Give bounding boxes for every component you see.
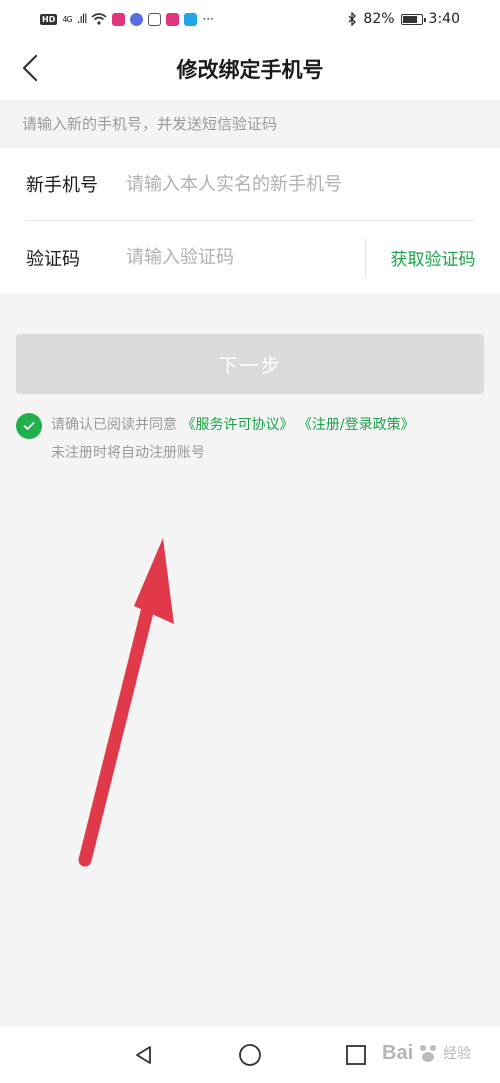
back-arrow-icon[interactable] xyxy=(14,50,50,86)
network-type: 4G xyxy=(62,14,72,24)
system-back-button[interactable] xyxy=(128,1039,160,1071)
status-bar-left: HD 4G .ıll ··· xyxy=(40,12,214,26)
more-notifications-icon: ··· xyxy=(202,12,214,26)
agreement-text: 请确认已阅读并同意 《服务许可协议》 《注册/登录政策》 xyxy=(51,414,415,434)
code-label: 验证码 xyxy=(26,248,80,270)
service-agreement-link[interactable]: 《服务许可协议》 xyxy=(181,417,293,433)
paw-logo-icon xyxy=(420,1045,437,1062)
app-notification-icon xyxy=(148,12,162,26)
status-bar-right: 82% 3:40 xyxy=(348,11,460,27)
circle-home-icon xyxy=(239,1044,261,1066)
code-row: 验证码 获取验证码 xyxy=(26,221,500,294)
square-recents-icon xyxy=(346,1045,366,1065)
baidu-watermark: Bai 经验 xyxy=(382,1028,494,1078)
system-recents-button[interactable] xyxy=(340,1039,372,1071)
auto-register-note: 未注册时将自动注册账号 xyxy=(51,445,205,461)
search-app-icon xyxy=(184,12,198,26)
status-bar: HD 4G .ıll ··· 82% 3:40 xyxy=(0,0,500,38)
watermark-brand: Bai xyxy=(382,1041,414,1064)
app-notification-icon xyxy=(166,12,180,26)
annotation-arrow-icon xyxy=(78,538,174,867)
get-code-button[interactable]: 获取验证码 xyxy=(366,245,500,270)
login-policy-link[interactable]: 《注册/登录政策》 xyxy=(298,417,415,433)
checkbox-checked-icon[interactable] xyxy=(16,413,42,439)
phone-form: 新手机号 验证码 获取验证码 xyxy=(0,148,500,294)
agreement-prefix: 请确认已阅读并同意 xyxy=(51,417,177,433)
header-bar: 修改绑定手机号 xyxy=(0,38,500,100)
page-title: 修改绑定手机号 xyxy=(176,58,324,82)
wifi-icon xyxy=(91,13,107,25)
instruction-hint: 请输入新的手机号，并发送短信验证码 xyxy=(22,115,278,133)
phone-row: 新手机号 xyxy=(26,148,474,221)
battery-icon xyxy=(400,13,426,25)
music-icon xyxy=(130,12,144,26)
signal-icon: .ıll xyxy=(76,12,88,26)
phone-input[interactable] xyxy=(126,164,474,204)
code-input[interactable] xyxy=(126,237,365,278)
next-step-button[interactable]: 下一步 xyxy=(16,334,484,394)
app-notification-icon xyxy=(112,12,126,26)
system-home-button[interactable] xyxy=(234,1039,266,1071)
hd-badge: HD xyxy=(40,13,58,25)
battery-percent: 82% xyxy=(363,11,395,27)
bluetooth-icon xyxy=(348,12,357,26)
triangle-back-icon xyxy=(136,1046,151,1064)
clock: 3:40 xyxy=(428,11,460,27)
watermark-suffix: 经验 xyxy=(443,1046,472,1062)
phone-label: 新手机号 xyxy=(26,175,98,196)
